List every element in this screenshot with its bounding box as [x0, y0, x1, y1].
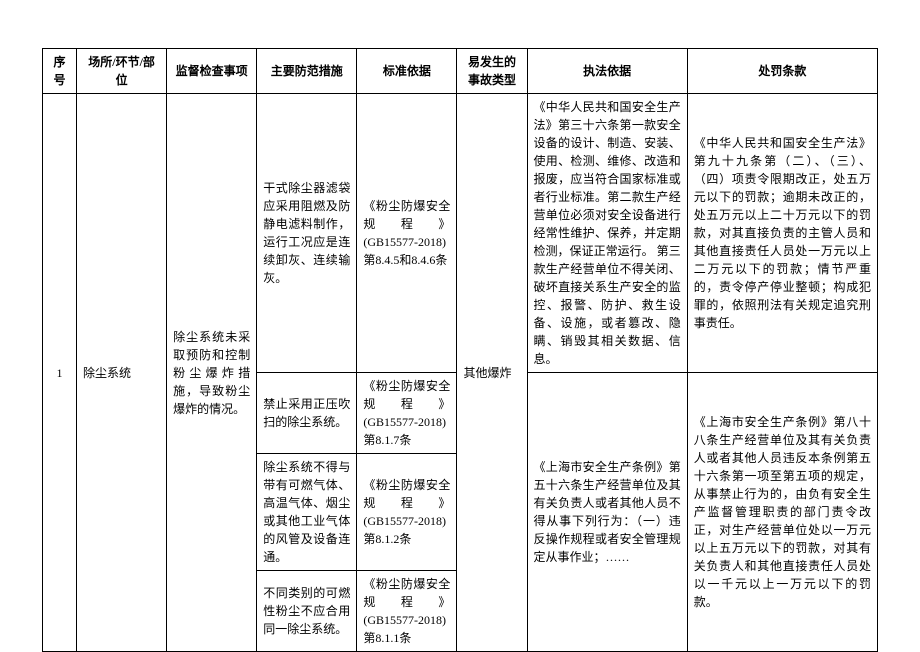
table-row: 1 除尘系统 除尘系统未采取预防和控制粉尘爆炸措施，导致粉尘爆炸的情况。 干式除…: [43, 94, 878, 373]
th-accident: 易发生的事故类型: [457, 49, 527, 94]
th-standard: 标准依据: [357, 49, 457, 94]
cell-place: 除尘系统: [77, 94, 167, 652]
cell-measure: 不同类别的可燃性粉尘不应合用同一除尘系统。: [257, 571, 357, 652]
cell-law: 《中华人民共和国安全生产法》第三十六条第一款安全设备的设计、制造、安装、使用、检…: [527, 94, 687, 373]
th-penalty: 处罚条款: [687, 49, 877, 94]
inspection-table: 序号 场所/环节/部位 监督检查事项 主要防范措施 标准依据 易发生的事故类型 …: [42, 48, 878, 652]
cell-accident: 其他爆炸: [457, 94, 527, 652]
cell-law: 《上海市安全生产条例》第五十六条生产经营单位及其有关负责人或者其他人员不得从事下…: [527, 373, 687, 652]
th-place: 场所/环节/部位: [77, 49, 167, 94]
cell-standard: 《粉尘防爆安全规程》(GB15577-2018)第8.1.7条: [357, 373, 457, 454]
th-check: 监督检查事项: [167, 49, 257, 94]
th-measure: 主要防范措施: [257, 49, 357, 94]
th-law: 执法依据: [527, 49, 687, 94]
th-seq: 序号: [43, 49, 77, 94]
cell-standard: 《粉尘防爆安全规程》(GB15577-2018)第8.1.1条: [357, 571, 457, 652]
table-header-row: 序号 场所/环节/部位 监督检查事项 主要防范措施 标准依据 易发生的事故类型 …: [43, 49, 878, 94]
cell-penalty: 《中华人民共和国安全生产法》第九十九条第（二）、（三）、 （四）项责令限期改正，…: [687, 94, 877, 373]
cell-standard: 《粉尘防爆安全规程》(GB15577-2018)第8.4.5和8.4.6条: [357, 94, 457, 373]
cell-measure: 除尘系统不得与带有可燃气体、高温气体、烟尘或其他工业气体的风管及设备连通。: [257, 454, 357, 571]
cell-penalty: 《上海市安全生产条例》第八十八条生产经营单位及其有关负责人或者其他人员违反本条例…: [687, 373, 877, 652]
cell-measure: 禁止采用正压吹扫的除尘系统。: [257, 373, 357, 454]
cell-measure: 干式除尘器滤袋应采用阻燃及防静电滤料制作，运行工况应是连续卸灰、连续输灰。: [257, 94, 357, 373]
cell-seq: 1: [43, 94, 77, 652]
cell-check: 除尘系统未采取预防和控制粉尘爆炸措施，导致粉尘爆炸的情况。: [167, 94, 257, 652]
cell-standard: 《粉尘防爆安全规程》(GB15577-2018)第8.1.2条: [357, 454, 457, 571]
